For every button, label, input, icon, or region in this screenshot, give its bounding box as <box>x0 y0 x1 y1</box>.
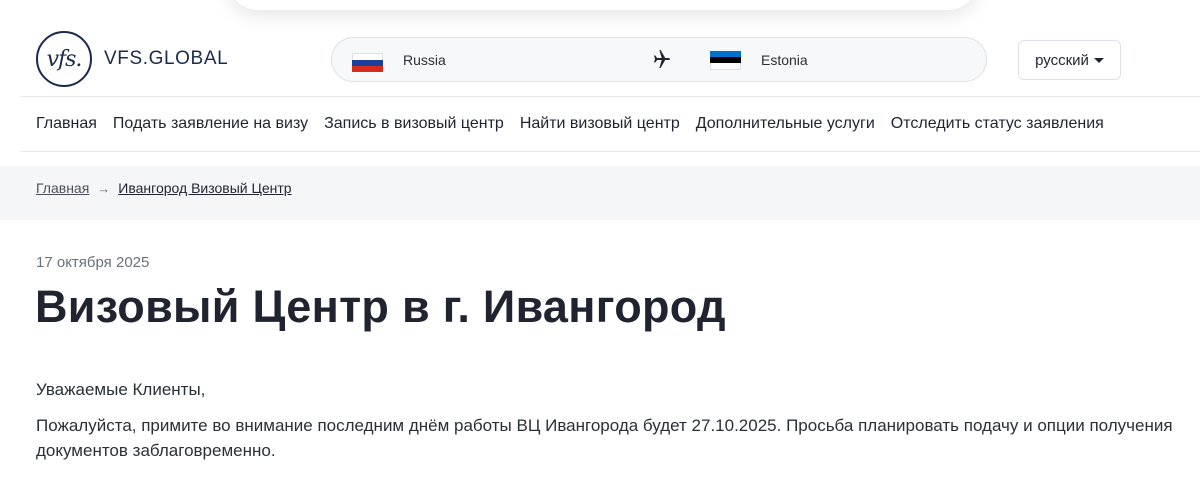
language-dropdown[interactable]: русский <box>1018 40 1121 80</box>
route-to-country[interactable]: Estonia <box>761 52 808 68</box>
nav-item-book-appointment[interactable]: Запись в визовый центр <box>324 115 504 133</box>
vfs-logo-mark: vfs. <box>36 31 92 87</box>
nav-item-find-centre[interactable]: Найти визовый центр <box>520 115 680 133</box>
header-divider <box>20 96 1200 97</box>
breadcrumb-home[interactable]: Главная <box>36 180 89 196</box>
article-greeting: Уважаемые Клиенты, <box>36 380 206 399</box>
nav-item-home[interactable]: Главная <box>36 115 97 133</box>
language-label: русский <box>1035 51 1089 69</box>
nav-item-track-status[interactable]: Отследить статус заявления <box>891 115 1104 133</box>
nav-divider <box>20 151 1200 152</box>
route-from-country[interactable]: Russia <box>403 52 446 68</box>
article-date: 17 октября 2025 <box>36 254 150 271</box>
vfs-global-logo[interactable]: vfs. VFS.GLOBAL <box>36 31 228 87</box>
nav-item-additional-services[interactable]: Дополнительные услуги <box>696 115 875 133</box>
route-selector[interactable]: Russia Estonia <box>331 37 987 82</box>
arrow-right-icon: → <box>97 180 111 196</box>
main-nav: Главная Подать заявление на визу Запись … <box>36 115 1120 133</box>
vfs-logo-text: VFS.GLOBAL <box>104 48 229 69</box>
page-title: Визовый Центр в г. Ивангород <box>35 281 726 332</box>
russia-flag-icon <box>352 53 383 72</box>
nav-item-apply-visa[interactable]: Подать заявление на визу <box>113 115 308 133</box>
estonia-flag-icon <box>710 51 741 70</box>
breadcrumb: Главная → Ивангород Визовый Центр <box>36 180 292 196</box>
article-body: Пожалуйста, примите во внимание последни… <box>36 416 1173 460</box>
top-overlay-shadow <box>228 0 978 10</box>
breadcrumb-current[interactable]: Ивангород Визовый Центр <box>118 180 291 196</box>
airplane-icon <box>654 50 670 68</box>
breadcrumb-bar: Главная → Ивангород Визовый Центр <box>0 166 1200 220</box>
caret-down-icon <box>1093 57 1104 63</box>
